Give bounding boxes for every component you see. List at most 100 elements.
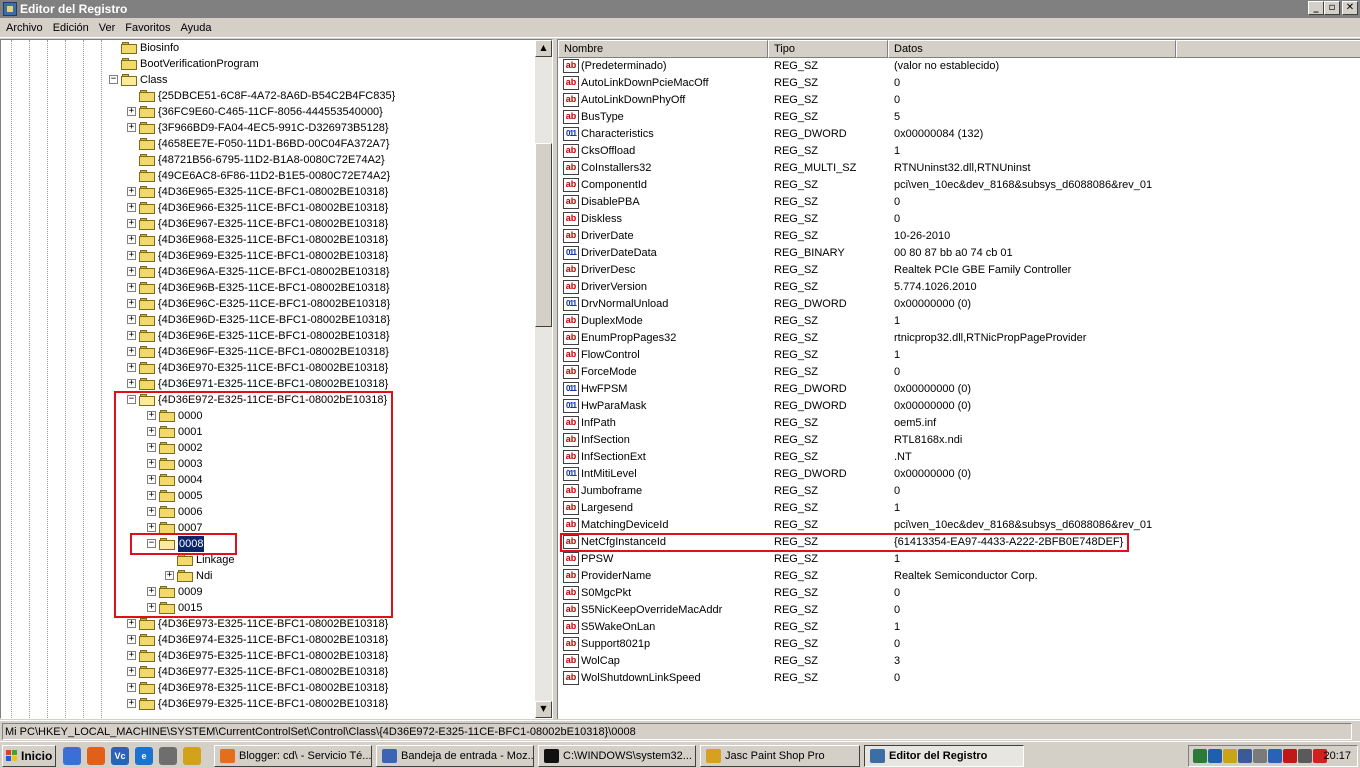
expand-icon[interactable]: + — [147, 459, 156, 468]
tree-node[interactable]: + {4D36E966-E325-11CE-BFC1-08002BE10318} — [1, 200, 535, 216]
table-row[interactable]: ab DriverDesc REG_SZ Realtek PCIe GBE Famil… — [558, 262, 1360, 279]
speaker-icon[interactable] — [1238, 749, 1252, 763]
expand-icon[interactable]: + — [127, 107, 136, 116]
expand-icon[interactable]: + — [127, 347, 136, 356]
collapse-icon[interactable]: − — [109, 75, 118, 84]
table-row[interactable]: ab ProviderName REG_SZ Realtek Semiconducto… — [558, 568, 1360, 585]
expand-icon[interactable]: + — [147, 603, 156, 612]
table-row[interactable]: ab ComponentId REG_SZ pci\ven_10ec&dev_8168… — [558, 177, 1360, 194]
table-row[interactable]: ab CoInstallers32 REG_MULTI_SZ RTNUninst32.… — [558, 160, 1360, 177]
table-row[interactable]: ab DuplexMode REG_SZ 1 — [558, 313, 1360, 330]
expand-icon[interactable]: + — [147, 443, 156, 452]
expand-icon[interactable]: + — [127, 651, 136, 660]
table-row[interactable]: 011 HwParaMask REG_DWORD 0x00000000 (0) — [558, 398, 1360, 415]
menu-item-archivo[interactable]: Archivo — [2, 22, 47, 34]
tree-node[interactable]: + {4D36E971-E325-11CE-BFC1-08002BE10318} — [1, 376, 535, 392]
tree-node[interactable]: + {4D36E977-E325-11CE-BFC1-08002BE10318} — [1, 664, 535, 680]
expand-icon[interactable]: + — [147, 587, 156, 596]
collapse-icon[interactable]: − — [127, 395, 136, 404]
expand-icon[interactable]: + — [127, 235, 136, 244]
expand-icon[interactable]: + — [127, 683, 136, 692]
tree-node[interactable]: + {4D36E96D-E325-11CE-BFC1-08002BE10318} — [1, 312, 535, 328]
network-icon[interactable] — [1193, 749, 1207, 763]
taskbar-button[interactable]: Bandeja de entrada - Moz... — [376, 745, 534, 767]
expand-icon[interactable]: + — [127, 635, 136, 644]
menu-item-ayuda[interactable]: Ayuda — [177, 22, 216, 34]
collapse-icon[interactable]: − — [147, 539, 156, 548]
shield-icon[interactable] — [1253, 749, 1267, 763]
tree-node[interactable]: + {4D36E96F-E325-11CE-BFC1-08002BE10318} — [1, 344, 535, 360]
tree-node[interactable]: BootVerificationProgram — [1, 56, 535, 72]
table-row[interactable]: ab (Predeterminado) REG_SZ (valor no establ… — [558, 58, 1360, 75]
expand-icon[interactable]: + — [127, 251, 136, 260]
expand-icon[interactable]: + — [127, 267, 136, 276]
tree-node[interactable]: + {4D36E965-E325-11CE-BFC1-08002BE10318} — [1, 184, 535, 200]
expand-icon[interactable]: + — [127, 619, 136, 628]
table-row[interactable]: ab NetCfgInstanceId REG_SZ {61413354-EA97-4… — [558, 534, 1360, 551]
expand-icon[interactable]: + — [127, 315, 136, 324]
tree-node[interactable]: + {4D36E967-E325-11CE-BFC1-08002BE10318} — [1, 216, 535, 232]
table-row[interactable]: ab WolShutdownLinkSpeed REG_SZ 0 — [558, 670, 1360, 687]
tree-node[interactable]: {49CE6AC8-6F86-11D2-B1E5-0080C72E74A2} — [1, 168, 535, 184]
table-row[interactable]: ab ForceMode REG_SZ 0 — [558, 364, 1360, 381]
taskbar-button[interactable]: Blogger: cd\ - Servicio Té... — [214, 745, 372, 767]
tree-node[interactable]: + {4D36E96E-E325-11CE-BFC1-08002BE10318} — [1, 328, 535, 344]
tree-node[interactable]: + {3F966BD9-FA04-4EC5-991C-D326973B5128} — [1, 120, 535, 136]
table-row[interactable]: ab AutoLinkDownPhyOff REG_SZ 0 — [558, 92, 1360, 109]
tree-node[interactable]: +0002 — [1, 440, 535, 456]
taskbar-button[interactable]: C:\WINDOWS\system32... — [538, 745, 696, 767]
table-row[interactable]: ab DisablePBA REG_SZ 0 — [558, 194, 1360, 211]
expand-icon[interactable]: + — [127, 699, 136, 708]
tree-node[interactable]: +0003 — [1, 456, 535, 472]
ie-icon[interactable]: e — [135, 747, 153, 765]
expand-icon[interactable]: + — [127, 299, 136, 308]
table-row[interactable]: ab Largesend REG_SZ 1 — [558, 500, 1360, 517]
tree-node[interactable]: + {4D36E975-E325-11CE-BFC1-08002BE10318} — [1, 648, 535, 664]
table-row[interactable]: 011 Characteristics REG_DWORD 0x00000084 (1… — [558, 126, 1360, 143]
table-row[interactable]: 011 DriverDateData REG_BINARY 00 80 87 bb a… — [558, 245, 1360, 262]
expand-icon[interactable]: + — [127, 219, 136, 228]
table-row[interactable]: 011 DrvNormalUnload REG_DWORD 0x00000000 (0… — [558, 296, 1360, 313]
expand-icon[interactable]: + — [127, 203, 136, 212]
table-row[interactable]: ab S5NicKeepOverrideMacAddr REG_SZ 0 — [558, 602, 1360, 619]
expand-icon[interactable]: + — [147, 507, 156, 516]
tree-node[interactable]: +0001 — [1, 424, 535, 440]
tree-node[interactable]: + {4D36E970-E325-11CE-BFC1-08002BE10318} — [1, 360, 535, 376]
taskbar-button[interactable]: Jasc Paint Shop Pro — [700, 745, 860, 767]
table-row[interactable]: ab InfSectionExt REG_SZ .NT — [558, 449, 1360, 466]
minimize-button[interactable]: _ — [1308, 1, 1324, 15]
tree-node[interactable]: +0015 — [1, 600, 535, 616]
tree-node[interactable]: +0005 — [1, 488, 535, 504]
tree-node[interactable]: + {4D36E978-E325-11CE-BFC1-08002BE10318} — [1, 680, 535, 696]
expand-icon[interactable]: + — [147, 491, 156, 500]
expand-icon[interactable]: + — [147, 523, 156, 532]
tree-node[interactable]: + {4D36E969-E325-11CE-BFC1-08002BE10318} — [1, 248, 535, 264]
scroll-up-button[interactable]: ▲ — [535, 40, 552, 57]
tree-node[interactable]: {48721B56-6795-11D2-B1A8-0080C72E74A2} — [1, 152, 535, 168]
title-bar[interactable]: Editor del Registro _ ▫ ✕ — [0, 0, 1360, 18]
expand-icon[interactable]: + — [127, 331, 136, 340]
table-row[interactable]: ab Jumboframe REG_SZ 0 — [558, 483, 1360, 500]
table-row[interactable]: 011 HwFPSM REG_DWORD 0x00000000 (0) — [558, 381, 1360, 398]
column-header-name[interactable]: Nombre — [558, 40, 768, 58]
tree-node[interactable]: + Ndi — [1, 568, 535, 584]
expand-icon[interactable]: + — [127, 379, 136, 388]
tree-node[interactable]: +0007 — [1, 520, 535, 536]
tree-node[interactable]: {4658EE7E-F050-11D1-B6BD-00C04FA372A7} — [1, 136, 535, 152]
table-row[interactable]: ab Diskless REG_SZ 0 — [558, 211, 1360, 228]
tree-node[interactable]: + {4D36E96A-E325-11CE-BFC1-08002BE10318} — [1, 264, 535, 280]
restore-button[interactable]: ▫ — [1324, 1, 1340, 15]
tree-node[interactable]: + {4D36E979-E325-11CE-BFC1-08002BE10318} — [1, 696, 535, 712]
table-row[interactable]: ab AutoLinkDownPcieMacOff REG_SZ 0 — [558, 75, 1360, 92]
tree-vertical-scrollbar[interactable]: ▲ ▼ — [535, 40, 552, 718]
scroll-thumb[interactable] — [535, 143, 552, 327]
table-row[interactable]: ab InfPath REG_SZ oem5.inf — [558, 415, 1360, 432]
expand-icon[interactable]: + — [127, 667, 136, 676]
sync-icon[interactable] — [1298, 749, 1312, 763]
tree-node[interactable]: − 0008 — [1, 535, 535, 553]
table-row[interactable]: ab MatchingDeviceId REG_SZ pci\ven_10ec&dev… — [558, 517, 1360, 534]
table-row[interactable]: ab BusType REG_SZ 5 — [558, 109, 1360, 126]
close-button[interactable]: ✕ — [1342, 1, 1358, 15]
table-row[interactable]: ab EnumPropPages32 REG_SZ rtnicprop32.dll,R… — [558, 330, 1360, 347]
table-row[interactable]: ab PPSW REG_SZ 1 — [558, 551, 1360, 568]
